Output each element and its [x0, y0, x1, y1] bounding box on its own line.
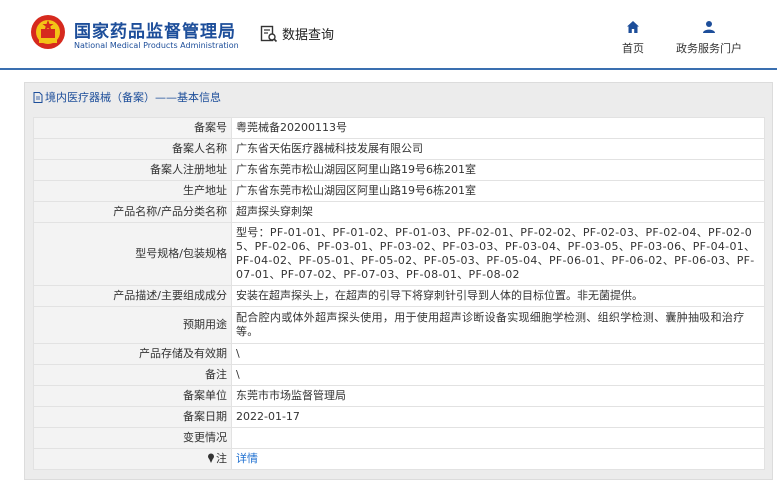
- details-link[interactable]: 详情: [236, 452, 258, 465]
- brand-name-en: National Medical Products Administration: [74, 41, 239, 50]
- document-search-icon: [260, 25, 278, 42]
- table-row: 备案号 粤莞械备20200113号: [33, 117, 765, 139]
- user-icon: [703, 21, 715, 33]
- row-value: 型号：PF-01-01、PF-01-02、PF-01-03、PF-02-01、P…: [231, 222, 765, 286]
- row-label: 备案号: [33, 117, 232, 139]
- row-value: \: [231, 343, 765, 365]
- row-label: 生产地址: [33, 180, 232, 202]
- row-value: \: [231, 364, 765, 386]
- nav-gov-portal[interactable]: 政务服务门户: [676, 20, 742, 56]
- brand-name-cn: 国家药品监督管理局: [74, 22, 236, 42]
- row-label: 型号规格/包装规格: [33, 222, 232, 286]
- table-row: 产品描述/主要组成成分 安装在超声探头上，在超声的引导下将穿刺针引导到人体的目标…: [33, 285, 765, 307]
- row-value: 东莞市市场监督管理局: [231, 385, 765, 407]
- nav-gov-label: 政务服务门户: [676, 42, 742, 55]
- table-row: 备案单位 东莞市市场监督管理局: [33, 385, 765, 407]
- row-value: 2022-01-17: [231, 406, 765, 428]
- table-row: 预期用途 配合腔内或体外超声探头使用，用于使用超声诊断设备实现细胞学检测、组织学…: [33, 306, 765, 344]
- nav-home[interactable]: 首页: [622, 20, 644, 56]
- detail-panel: 境内医疗器械（备案）——基本信息 备案号 粤莞械备20200113号 备案人名称…: [24, 82, 773, 480]
- note-label: 注: [216, 452, 227, 465]
- row-value: 配合腔内或体外超声探头使用，用于使用超声诊断设备实现细胞学检测、组织学检测、囊肿…: [231, 306, 765, 344]
- breadcrumb-text: 境内医疗器械（备案）——基本信息: [45, 91, 221, 104]
- row-label: 备注: [33, 364, 232, 386]
- table-row: 产品名称/产品分类名称 超声探头穿刺架: [33, 201, 765, 223]
- nav-home-label: 首页: [622, 42, 644, 55]
- table-row: 备注 \: [33, 364, 765, 386]
- table-row: 备案人注册地址 广东省东莞市松山湖园区阿里山路19号6栋201室: [33, 159, 765, 181]
- table-row: 备案日期 2022-01-17: [33, 406, 765, 428]
- row-label: 备案日期: [33, 406, 232, 428]
- row-label: 产品描述/主要组成成分: [33, 285, 232, 307]
- table-row: 型号规格/包装规格 型号：PF-01-01、PF-01-02、PF-01-03、…: [33, 222, 765, 286]
- row-label: 产品存储及有效期: [33, 343, 232, 365]
- row-value: 广东省天佑医疗器械科技发展有限公司: [231, 138, 765, 160]
- info-table: 备案号 粤莞械备20200113号 备案人名称 广东省天佑医疗器械科技发展有限公…: [33, 117, 765, 470]
- table-row: 变更情况: [33, 427, 765, 449]
- pin-icon: [208, 453, 214, 463]
- national-emblem-logo: [31, 15, 65, 49]
- row-value: 粤莞械备20200113号: [231, 117, 765, 139]
- table-row: 注 详情: [33, 448, 765, 470]
- row-label: 备案人名称: [33, 138, 232, 160]
- row-value: 广东省东莞市松山湖园区阿里山路19号6栋201室: [231, 180, 765, 202]
- table-row: 产品存储及有效期 \: [33, 343, 765, 365]
- home-icon: [627, 21, 639, 33]
- table-row: 生产地址 广东省东莞市松山湖园区阿里山路19号6栋201室: [33, 180, 765, 202]
- document-icon: [33, 91, 43, 103]
- site-header: 国家药品监督管理局 National Medical Products Admi…: [0, 0, 777, 70]
- data-query-label: 数据查询: [282, 28, 335, 43]
- breadcrumb: 境内医疗器械（备案）——基本信息: [33, 89, 221, 105]
- row-label: 产品名称/产品分类名称: [33, 201, 232, 223]
- row-label: 备案单位: [33, 385, 232, 407]
- row-label: 变更情况: [33, 427, 232, 449]
- row-label: 预期用途: [33, 306, 232, 344]
- table-row: 备案人名称 广东省天佑医疗器械科技发展有限公司: [33, 138, 765, 160]
- data-query-link[interactable]: 数据查询: [260, 24, 334, 43]
- row-label: 备案人注册地址: [33, 159, 232, 181]
- row-value: 详情: [231, 448, 765, 470]
- row-value: 安装在超声探头上，在超声的引导下将穿刺针引导到人体的目标位置。非无菌提供。: [231, 285, 765, 307]
- row-value: [231, 427, 765, 449]
- row-value: 超声探头穿刺架: [231, 201, 765, 223]
- row-value: 广东省东莞市松山湖园区阿里山路19号6栋201室: [231, 159, 765, 181]
- row-label-note: 注: [33, 448, 232, 470]
